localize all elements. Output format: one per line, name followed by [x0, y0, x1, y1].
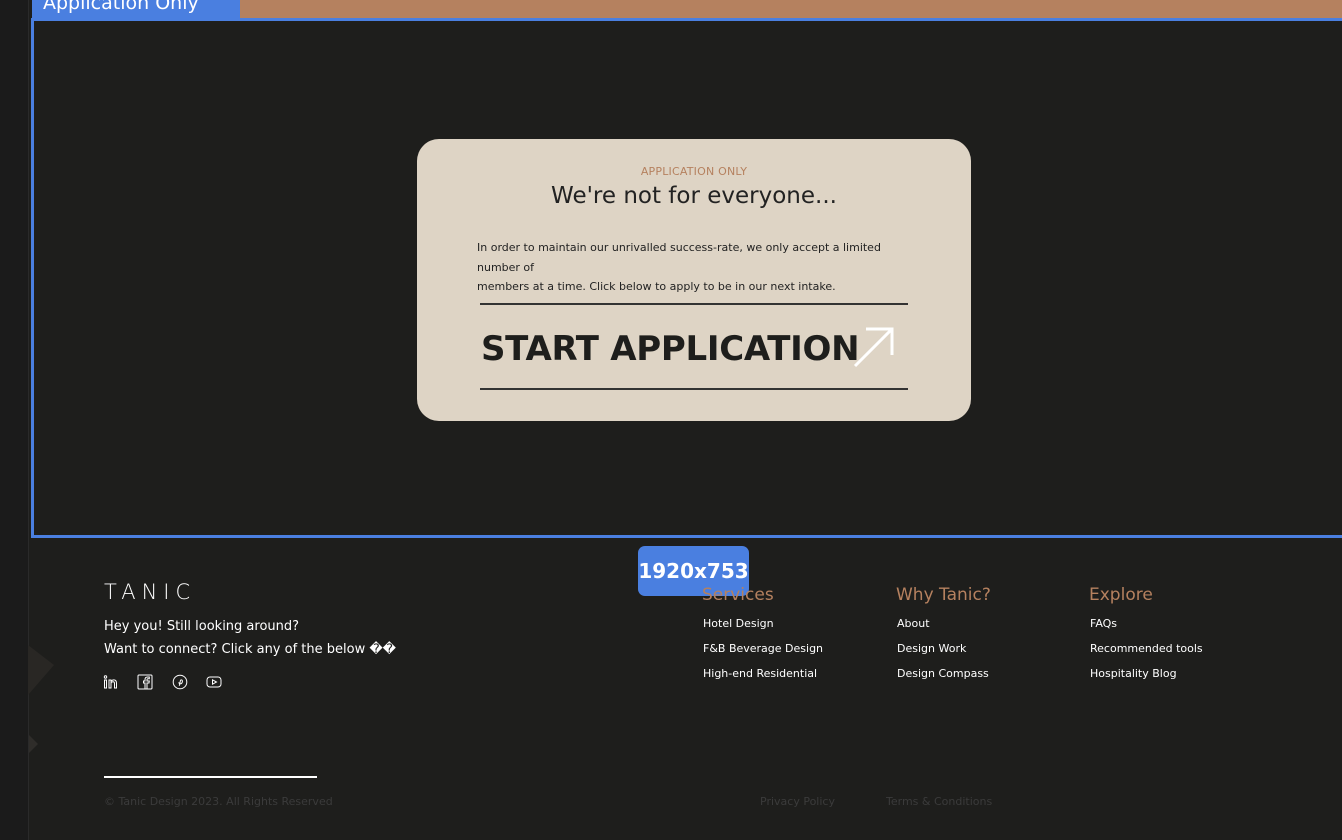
- arrow-up-right-icon: [853, 327, 894, 368]
- footer-link-fb-beverage-design[interactable]: F&B Beverage Design: [703, 642, 823, 655]
- footer-divider: [104, 776, 317, 778]
- facebook-icon[interactable]: [137, 674, 153, 690]
- application-card: APPLICATION ONLY We're not for everyone.…: [417, 139, 971, 421]
- decorative-shape: [28, 645, 54, 695]
- footer-link-design-compass[interactable]: Design Compass: [897, 667, 989, 680]
- youtube-icon[interactable]: [206, 674, 222, 690]
- cta-top-rule: [480, 303, 908, 305]
- application-only-frame: APPLICATION ONLY We're not for everyone.…: [31, 18, 1342, 538]
- footer-link-about[interactable]: About: [897, 617, 930, 630]
- pinterest-icon[interactable]: [172, 674, 188, 690]
- frame-name-label: Application Only: [43, 0, 199, 14]
- eyebrow-label: APPLICATION ONLY: [640, 165, 748, 178]
- start-application-label: START APPLICATION: [481, 329, 860, 369]
- why-tanic-heading: Why Tanic?: [896, 585, 991, 605]
- cta-bottom-rule: [480, 388, 908, 390]
- footer-link-hotel-design[interactable]: Hotel Design: [703, 617, 774, 630]
- start-application-button[interactable]: START APPLICATION: [480, 309, 908, 387]
- frame-name-tag[interactable]: Application Only: [32, 0, 240, 20]
- left-rail: [0, 0, 29, 840]
- footer-link-hospitality-blog[interactable]: Hospitality Blog: [1090, 667, 1177, 680]
- card-headline: We're not for everyone...: [551, 183, 837, 209]
- privacy-policy-link[interactable]: Privacy Policy: [760, 795, 835, 808]
- tanic-logo[interactable]: TANIC: [104, 580, 196, 604]
- terms-conditions-link[interactable]: Terms & Conditions: [886, 795, 992, 808]
- linkedin-icon[interactable]: [103, 674, 119, 690]
- decorative-shape: [29, 735, 38, 753]
- section-top-strip: [240, 0, 1342, 18]
- footer-link-recommended-tools[interactable]: Recommended tools: [1090, 642, 1203, 655]
- services-heading: Services: [702, 585, 774, 605]
- explore-heading: Explore: [1089, 585, 1153, 605]
- copyright-text: © Tanic Design 2023. All Rights Reserved: [104, 795, 333, 808]
- footer-link-high-end-residential[interactable]: High-end Residential: [703, 667, 817, 680]
- footer-tagline-2: Want to connect? Click any of the below …: [104, 642, 397, 657]
- card-body: In order to maintain our unrivalled succ…: [477, 238, 917, 297]
- footer-link-faqs[interactable]: FAQs: [1090, 617, 1117, 630]
- card-body-line-2: members at a time. Click below to apply …: [477, 280, 836, 293]
- card-body-line-1: In order to maintain our unrivalled succ…: [477, 241, 881, 274]
- footer-tagline-1: Hey you! Still looking around?: [104, 619, 300, 634]
- footer-link-design-work[interactable]: Design Work: [897, 642, 966, 655]
